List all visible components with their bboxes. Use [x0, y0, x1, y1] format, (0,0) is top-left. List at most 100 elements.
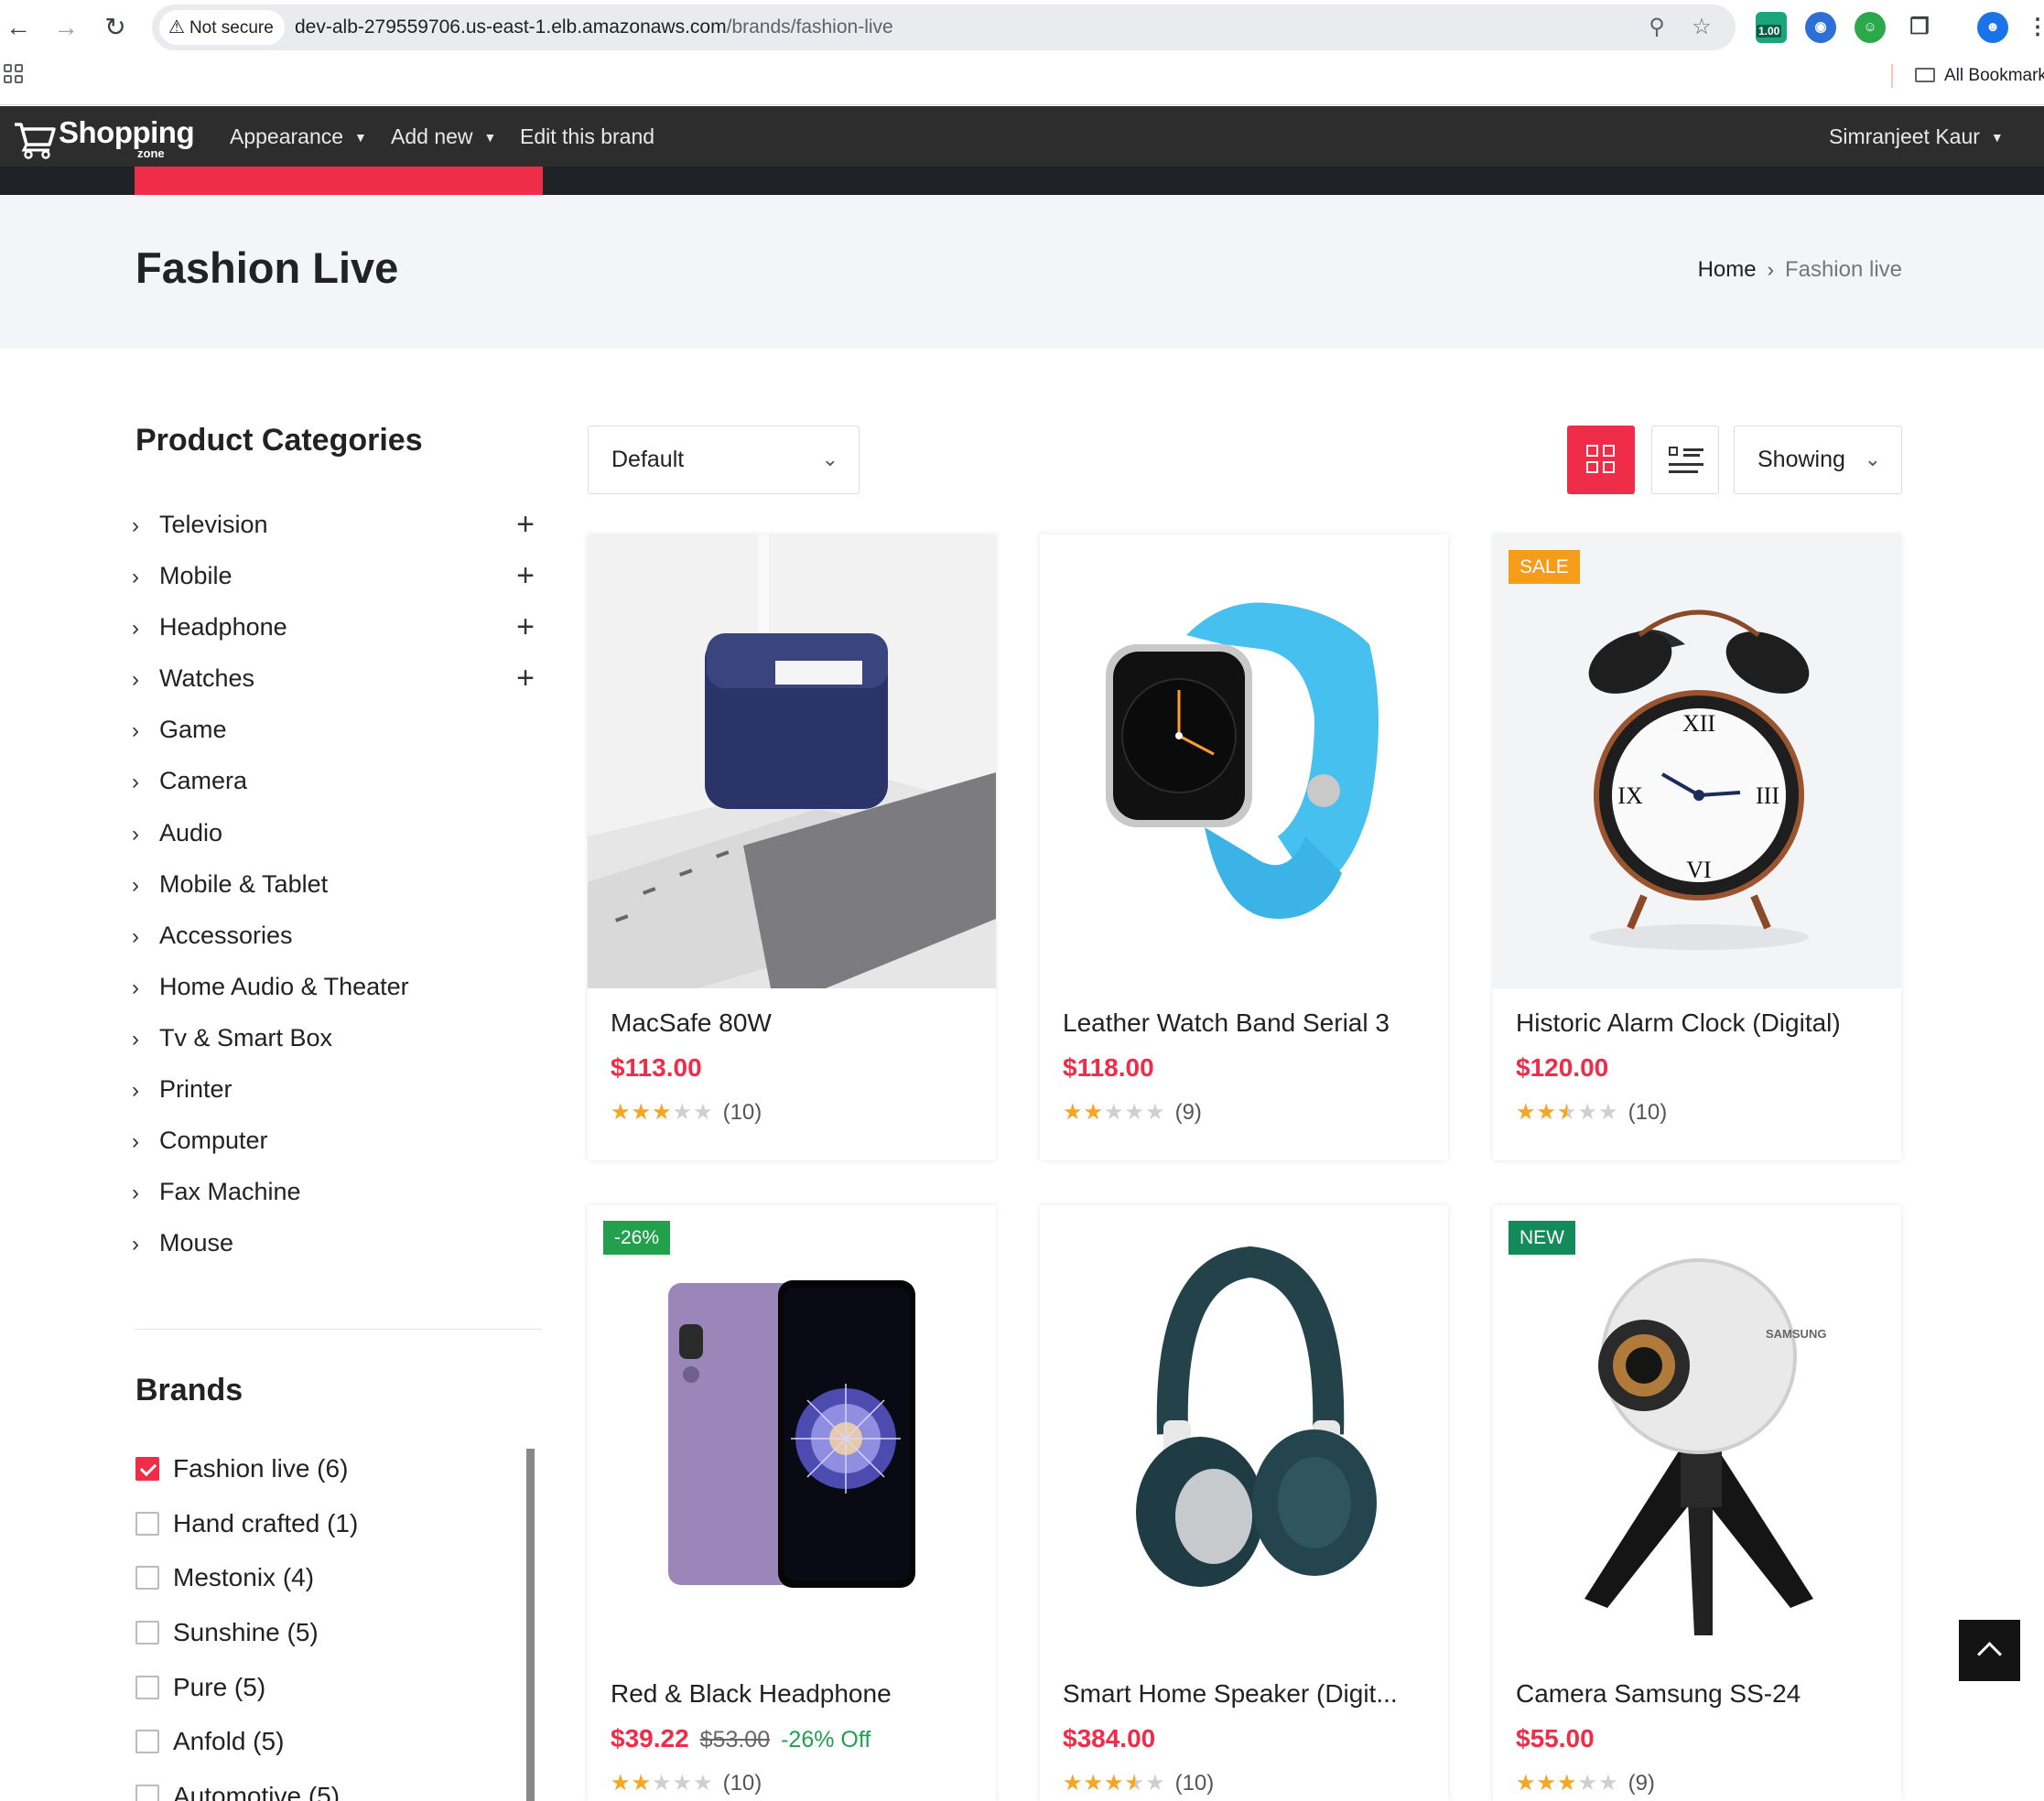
headphones-image[interactable] [1040, 1205, 1448, 1659]
alarm-clock-image[interactable]: XII III VI IX [1493, 534, 1901, 988]
brand-checkbox[interactable] [135, 1566, 159, 1591]
product-price: $120.00 [1516, 1053, 1608, 1083]
menu-add-new[interactable]: Add new ▼ [391, 106, 496, 167]
product-name[interactable]: Red & Black Headphone [611, 1679, 981, 1709]
sort-select[interactable]: Default ⌄ [588, 426, 860, 494]
current-price: $384.00 [1063, 1724, 1156, 1752]
expand-plus-icon[interactable]: + [516, 601, 535, 652]
star-rating-icon: ★★★★★★★★★★ [611, 1100, 714, 1125]
product-name[interactable]: Camera Samsung SS-24 [1516, 1679, 1887, 1709]
category-label: Television [159, 511, 268, 538]
product-name[interactable]: Smart Home Speaker (Digit... [1063, 1679, 1433, 1709]
forward-icon[interactable]: → [49, 11, 82, 44]
product-name[interactable]: Historic Alarm Clock (Digital) [1516, 1008, 1887, 1038]
brand-filter-item[interactable]: Fashion live (6) [135, 1441, 520, 1496]
reload-icon[interactable]: ↻ [99, 11, 132, 44]
url-text[interactable]: dev-alb-279559706.us-east-1.elb.amazonaw… [295, 5, 893, 50]
smartwatch-image[interactable] [1040, 534, 1448, 988]
svg-text:IX: IX [1617, 782, 1643, 809]
list-view-button[interactable] [1651, 426, 1719, 494]
address-bar[interactable]: ⚠ Not secure dev-alb-279559706.us-east-1.… [152, 5, 1736, 50]
star-rating-icon: ★★★★★★★★★★ [1063, 1771, 1166, 1796]
page-title-band: Fashion Live Home › Fashion live [0, 195, 2044, 349]
review-count: (9) [1628, 1771, 1655, 1796]
extension-counter-icon[interactable]: 1.00 [1756, 12, 1787, 43]
product-card[interactable]: MacSafe 80W $113.00 ★★★★★★★★★★ (10) [588, 534, 996, 1160]
extension-robot-icon[interactable]: ☺ [1855, 12, 1886, 43]
category-item[interactable]: › Fax Machine [132, 1166, 535, 1217]
charger-image[interactable] [588, 534, 996, 988]
brand-checkbox[interactable] [135, 1675, 159, 1699]
not-secure-chip[interactable]: ⚠ Not secure [159, 10, 285, 45]
category-item[interactable]: › Accessories [132, 910, 535, 961]
brand-filter-list: Fashion live (6) Hand crafted (1) Mestonix… [135, 1441, 520, 1801]
category-item[interactable]: › Printer [132, 1063, 535, 1115]
menu-appearance[interactable]: Appearance ▼ [230, 106, 367, 167]
chevron-right-icon: › [132, 667, 139, 693]
category-item[interactable]: › Tv & Smart Box [132, 1012, 535, 1063]
brand-label: Anfold (5) [173, 1727, 285, 1756]
brand-filter-item[interactable]: Automotive (5) [135, 1769, 520, 1801]
brand-filter-item[interactable]: Pure (5) [135, 1660, 520, 1715]
category-item[interactable]: › Computer [132, 1115, 535, 1166]
category-item[interactable]: › Television + [132, 499, 535, 550]
profile-avatar-icon[interactable]: ☻ [1977, 12, 2008, 43]
browser-menu-icon[interactable]: ⋮ [2027, 12, 2044, 43]
grid-view-button[interactable] [1567, 426, 1635, 494]
extension-shield-icon[interactable]: ◉ [1805, 12, 1836, 43]
back-to-top-button[interactable] [1959, 1620, 2020, 1681]
product-card[interactable]: Leather Watch Band Serial 3 $118.00 ★★★★★ ★… [1040, 534, 1448, 1160]
product-card[interactable]: SAMSUNG NEW Camera Samsung SS-24 $55.00 ★★★… [1493, 1205, 1901, 1801]
category-item[interactable]: › Watches + [132, 652, 535, 704]
expand-plus-icon[interactable]: + [516, 499, 535, 550]
category-item[interactable]: › Mobile & Tablet [132, 858, 535, 910]
grid-icon [1586, 445, 1616, 474]
brand-filter-item[interactable]: Anfold (5) [135, 1714, 520, 1769]
product-name[interactable]: Leather Watch Band Serial 3 [1063, 1008, 1433, 1038]
user-menu[interactable]: Simranjeet Kaur ▼ [1829, 106, 2004, 167]
category-item[interactable]: › Home Audio & Theater [132, 961, 535, 1012]
product-price: $118.00 [1063, 1053, 1154, 1083]
category-item[interactable]: › Mouse [132, 1217, 535, 1268]
showing-select[interactable]: Showing ⌄ [1734, 426, 1902, 494]
bookmark-star-icon[interactable]: ☆ [1686, 12, 1717, 43]
brand-filter-item[interactable]: Mestonix (4) [135, 1550, 520, 1605]
brand-filter-item[interactable]: Sunshine (5) [135, 1605, 520, 1660]
product-rating: ★★★★★★★★★★ (10) [1063, 1770, 1214, 1796]
chevron-right-icon: › [132, 770, 139, 795]
back-icon[interactable]: ← [2, 11, 35, 44]
brand-checkbox[interactable] [135, 1511, 159, 1536]
smartphone-image[interactable] [588, 1205, 996, 1659]
product-card[interactable]: Smart Home Speaker (Digit... $384.00 ★★★★★… [1040, 1205, 1448, 1801]
brand-label: Automotive (5) [173, 1782, 341, 1801]
category-item[interactable]: › Game [132, 704, 535, 755]
menu-edit-brand[interactable]: Edit this brand [520, 106, 654, 167]
expand-plus-icon[interactable]: + [516, 652, 535, 704]
brand-checkbox[interactable] [135, 1730, 159, 1754]
category-item[interactable]: › Audio [132, 807, 535, 858]
product-card[interactable]: -26% Red & Black Headphone $39.22 $53.00 -26… [588, 1205, 996, 1801]
expand-plus-icon[interactable]: + [516, 550, 535, 601]
category-item[interactable]: › Mobile + [132, 550, 535, 601]
all-bookmarks-button[interactable]: All Bookmarks [1915, 64, 2044, 88]
category-label: Mouse [159, 1229, 234, 1257]
zoom-icon[interactable]: ⚲ [1641, 12, 1672, 43]
category-item[interactable]: › Camera [132, 755, 535, 806]
brand-checkbox[interactable] [135, 1621, 159, 1645]
breadcrumb-home[interactable]: Home [1698, 257, 1757, 282]
apps-grid-icon[interactable] [4, 64, 26, 86]
brand-filter-item[interactable]: Hand crafted (1) [135, 1496, 520, 1551]
extensions-puzzle-icon[interactable]: ❒ [1904, 12, 1935, 43]
brand-checkbox[interactable] [135, 1457, 159, 1481]
chevron-right-icon: › [132, 1078, 139, 1104]
brand-label: Pure (5) [173, 1672, 266, 1701]
category-list: › Television + › Mobile + › Headphone + › Watches +… [132, 499, 535, 1268]
product-name[interactable]: MacSafe 80W [611, 1008, 981, 1038]
shopping-cart-icon [15, 123, 56, 159]
brand-checkbox[interactable] [135, 1785, 159, 1801]
camera-360-image[interactable]: SAMSUNG [1493, 1205, 1901, 1659]
category-label: Fax Machine [159, 1178, 301, 1206]
product-card[interactable]: XII III VI IX SALE Historic Alarm Clock (Dig… [1493, 534, 1901, 1160]
category-item[interactable]: › Headphone + [132, 601, 535, 652]
brand-list-scrollbar[interactable] [526, 1449, 535, 1801]
